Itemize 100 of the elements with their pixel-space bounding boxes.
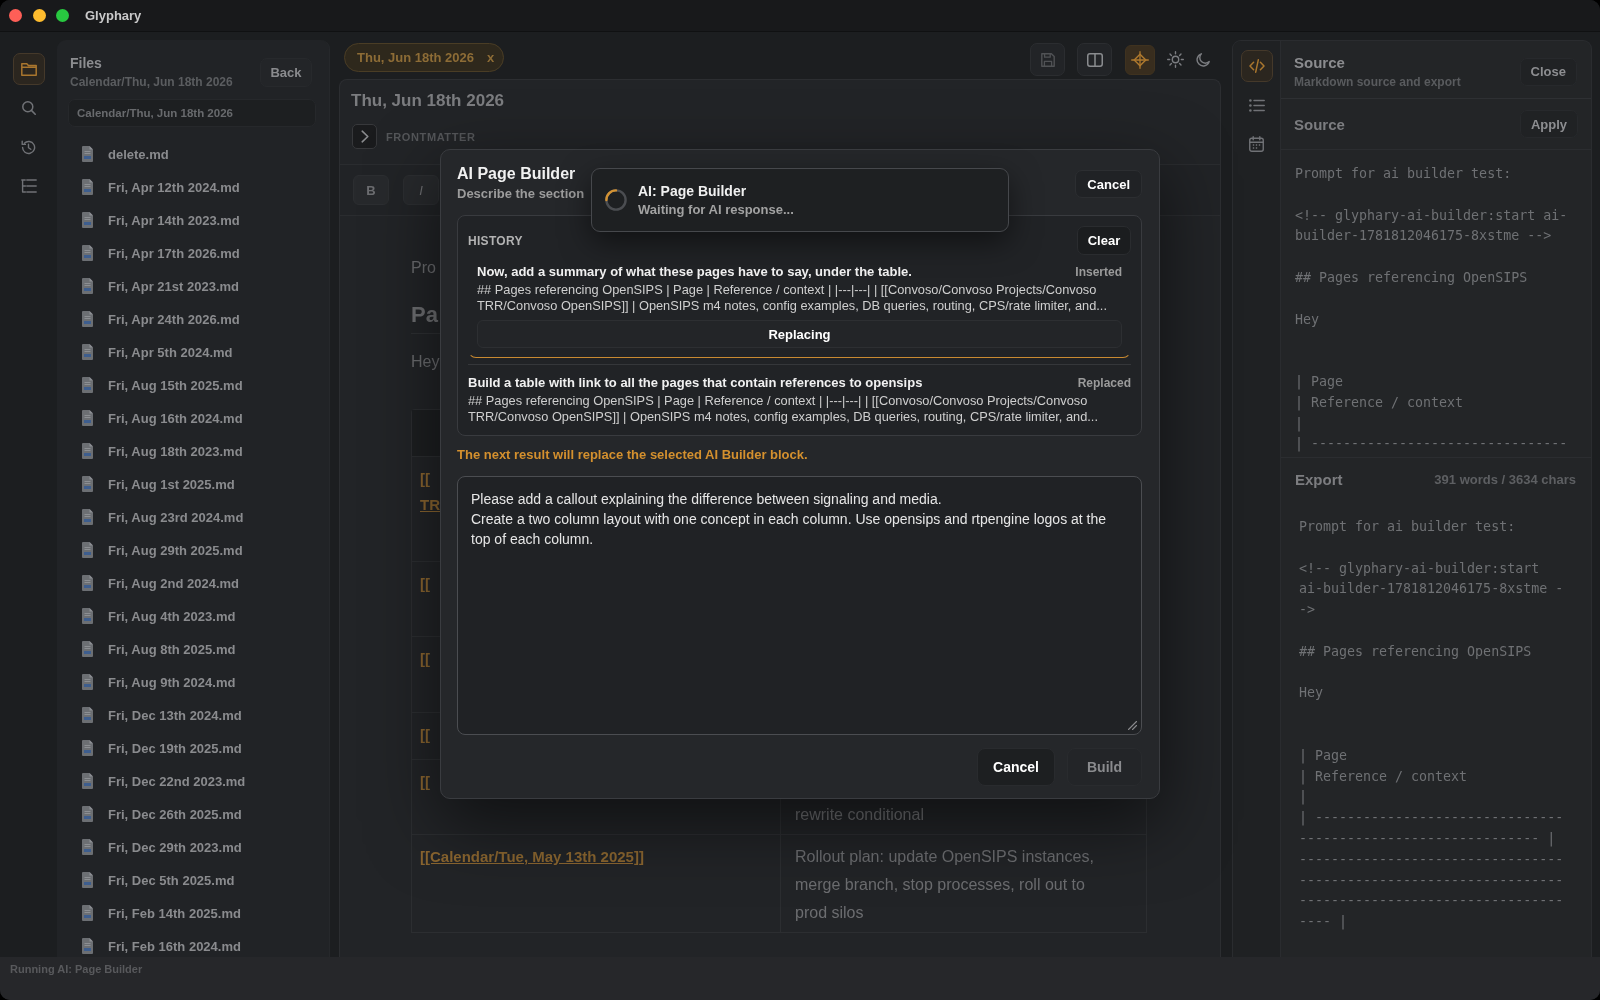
toast-title: AI: Page Builder (638, 182, 747, 200)
section-heading: Export (1295, 470, 1343, 488)
section-heading: Source (1294, 115, 1345, 133)
replacing-indicator: Replacing (477, 320, 1122, 348)
format-button[interactable]: I (403, 175, 439, 205)
prompt-field[interactable]: Please add a callout explaining the difference between signaling and media. Create a two column layout with one concept in each column. Use opensips and rtpengine logos at the top of each column. (457, 476, 1142, 735)
file-item[interactable]: Fri, Aug 16th 2024.md (82, 408, 243, 428)
file-item[interactable]: Fri, Dec 13th 2024.md (82, 705, 242, 725)
file-item[interactable]: Fri, Apr 24th 2026.md (82, 309, 240, 329)
editor-tab[interactable]: Thu, Jun 18th 2026 x (344, 43, 505, 72)
file-item[interactable]: Fri, Aug 8th 2025.md (82, 639, 236, 659)
file-icon (82, 641, 93, 657)
file-item[interactable]: Fri, Dec 5th 2025.md (82, 870, 235, 890)
file-item[interactable]: Fri, Aug 23rd 2024.md (82, 507, 244, 527)
file-icon (82, 938, 93, 954)
file-item[interactable]: Fri, Dec 29th 2023.md (82, 837, 242, 857)
heading-text: Pa (411, 301, 438, 329)
file-item[interactable]: Fri, Apr 17th 2026.md (82, 243, 240, 263)
file-item[interactable]: Fri, Feb 16th 2024.md (82, 936, 241, 956)
dialog-subtitle: Describe the section (457, 186, 585, 202)
file-item[interactable]: Fri, Aug 18th 2023.md (82, 441, 243, 461)
chevron-icon[interactable] (352, 124, 377, 149)
export-code: Prompt for ai builder test: <!-- glyphary-ai-builder:start ai-builder-1781812046175-8xstme - -> ## Pages referencing OpenSIPS Hey | Page | Reference / context | | ------------------------------- ------------------------------ | --------------------------------- --------------------------------- --------------------------------- ---- | (1299, 518, 1564, 932)
history-item-preview: ## Pages referencing OpenSIPS | Page | Reference / context | |---|---| | [[Convoso/Convoso Projects/Convoso TRR/Convoso OpenSIPS]] | OpenSIPS m4 notes, config examples, DB queries, routing, CPS/rate limiter, and... (468, 393, 1098, 425)
close-tab-button[interactable]: x (487, 50, 495, 65)
sun-icon[interactable] (1167, 51, 1184, 68)
outline-icon[interactable] (20, 179, 37, 193)
history-item-title: Now, add a summary of what these pages have to say, under the table. (477, 263, 912, 280)
file-icon (82, 707, 93, 723)
paragraph-text: Pro (411, 258, 436, 278)
code-icon[interactable] (1240, 50, 1273, 82)
file-icon (82, 839, 93, 855)
file-item[interactable]: Fri, Apr 14th 2023.md (82, 210, 240, 230)
window-close-icon[interactable] (9, 9, 22, 22)
file-icon (82, 740, 93, 756)
panel-title: Files (70, 54, 102, 72)
file-icon (82, 146, 93, 162)
file-item[interactable]: Fri, Aug 2nd 2024.md (82, 573, 239, 593)
page-link[interactable]: [[ TR (420, 466, 440, 518)
history-item-status: Replaced (1077, 376, 1131, 390)
file-icon (82, 311, 93, 327)
resize-grip-icon[interactable] (1128, 721, 1137, 730)
file-icon (82, 542, 93, 558)
file-item[interactable]: Fri, Apr 21st 2023.md (82, 276, 239, 296)
file-item[interactable]: Fri, Aug 4th 2023.md (82, 606, 236, 626)
file-item[interactable]: Fri, Apr 12th 2024.md (82, 177, 240, 197)
history-icon[interactable] (21, 139, 36, 155)
file-item[interactable]: Fri, Dec 22nd 2023.md (82, 771, 246, 791)
file-icon (82, 608, 93, 624)
file-icon (82, 905, 93, 921)
file-item[interactable]: Fri, Dec 26th 2025.md (82, 804, 242, 824)
page-link[interactable]: [[ (420, 722, 430, 748)
toast-message: Waiting for AI response... (638, 201, 794, 218)
panel-subtitle: Calendar/Thu, Jun 18th 2026 (70, 74, 233, 90)
notice-text: The next result will replace the selected AI Builder block. (457, 447, 808, 463)
panel-title: Source (1294, 53, 1345, 72)
paragraph-text: Hey (411, 352, 440, 372)
calendar-icon[interactable] (1249, 136, 1264, 152)
file-icon (82, 773, 93, 789)
file-item[interactable]: Fri, Apr 5th 2024.md (82, 342, 233, 362)
file-item[interactable]: Fri, Aug 1st 2025.md (82, 474, 235, 494)
file-icon (82, 377, 93, 393)
page-link[interactable]: [[Calendar/Tue, May 13th 2025]] (420, 844, 644, 870)
export-stats: 391 words / 3634 chars (1434, 471, 1576, 487)
back-button[interactable]: Back (260, 57, 312, 87)
apply-button[interactable]: Apply (1519, 110, 1578, 138)
file-icon (82, 278, 93, 294)
crosshair-icon[interactable] (1125, 44, 1155, 75)
page-link[interactable]: [[ (420, 571, 430, 597)
moon-icon[interactable] (1196, 52, 1210, 67)
dialog-title: AI Page Builder (457, 164, 576, 184)
history-item-title: Build a table with link to all the pages that contain references to opensips (468, 374, 923, 391)
page-link[interactable]: [[ (420, 646, 430, 672)
history-item-preview: ## Pages referencing OpenSIPS | Page | Reference / context | |---|---| | [[Convoso/Convoso Projects/Convoso TRR/Convoso OpenSIPS]] | OpenSIPS m4 notes, config examples, DB queries, routing, CPS/rate limiter, and... (477, 282, 1107, 314)
file-icon (82, 806, 93, 822)
cancel-button[interactable]: Cancel (1075, 170, 1142, 198)
file-item[interactable]: Fri, Aug 29th 2025.md (82, 540, 243, 560)
window-minimize-icon[interactable] (32, 9, 46, 22)
window-zoom-icon[interactable] (56, 9, 69, 22)
file-item[interactable]: Fri, Dec 19th 2025.md (82, 738, 242, 758)
cancel-button[interactable]: Cancel (977, 748, 1055, 786)
file-item[interactable]: delete.md (82, 144, 169, 164)
file-item[interactable]: Fri, Feb 14th 2025.md (82, 903, 241, 923)
format-button[interactable]: B (353, 175, 389, 205)
path-field[interactable]: Calendar/Thu, Jun 18th 2026 (68, 99, 316, 127)
clear-button[interactable]: Clear (1077, 226, 1131, 255)
table-cell-text: Rollout plan: update OpenSIPS instances, merge branch, stop processes, roll out to prod silos (795, 847, 1095, 923)
file-icon (82, 509, 93, 525)
search-icon[interactable] (21, 101, 36, 115)
list-icon[interactable] (1248, 98, 1265, 112)
columns-icon[interactable] (1077, 43, 1112, 76)
file-icon (82, 245, 93, 261)
close-button[interactable]: Close (1519, 57, 1577, 86)
file-item[interactable]: Fri, Aug 15th 2025.md (82, 375, 243, 395)
history-label: HISTORY (468, 233, 523, 248)
folder-icon[interactable] (12, 53, 45, 85)
file-item[interactable]: Fri, Aug 9th 2024.md (82, 672, 236, 692)
file-icon (82, 872, 93, 888)
file-icon (82, 674, 93, 690)
page-link[interactable]: [[ (420, 769, 430, 795)
